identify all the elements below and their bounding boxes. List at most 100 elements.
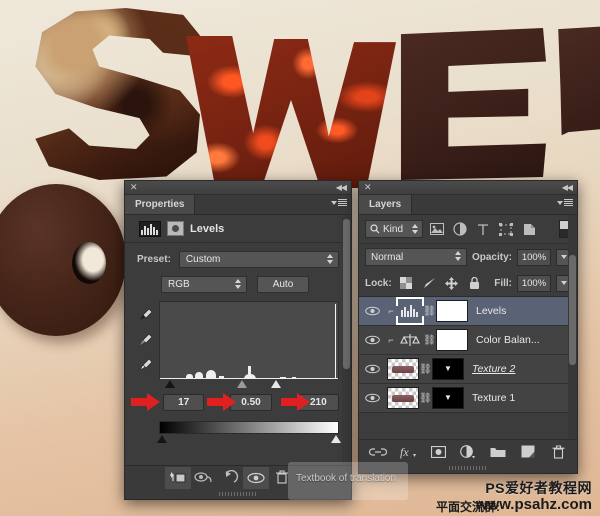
pixel-filter-icon[interactable]: [428, 220, 446, 238]
layer-name[interactable]: Texture 2: [472, 363, 515, 375]
table-row[interactable]: ⌐ ⛓ Levels: [359, 297, 577, 326]
input-white-point-slider[interactable]: [271, 380, 281, 388]
layers-tab-strip: Layers: [359, 195, 577, 215]
artwork-letter-exclamation: [558, 26, 600, 136]
new-layer-icon[interactable]: [518, 442, 538, 462]
shape-filter-icon[interactable]: [497, 220, 515, 238]
preset-select[interactable]: Custom: [178, 251, 339, 268]
adjustment-filter-icon[interactable]: [451, 220, 469, 238]
chevron-down-icon: [331, 200, 337, 205]
levels-adjustment-icon[interactable]: [396, 297, 424, 325]
layer-mask-thumbnail[interactable]: [436, 329, 468, 351]
layers-panel-menu-icon[interactable]: [557, 199, 573, 206]
new-adjustment-layer-icon[interactable]: [458, 442, 478, 462]
properties-panel-titlebar: ✕ ◀◀: [125, 181, 351, 195]
table-row[interactable]: ⌐ ⛓ Color Balan...: [359, 326, 577, 355]
new-group-icon[interactable]: [488, 442, 508, 462]
set-white-point-eyedropper-icon[interactable]: [138, 357, 154, 373]
layers-panel: ✕ ◀◀ Layers Kind Normal Opacity: 100% Lo…: [358, 180, 578, 474]
add-layer-style-icon[interactable]: fx: [398, 442, 418, 462]
filter-kind-select[interactable]: Kind: [365, 220, 423, 238]
layer-name[interactable]: Texture 1: [472, 392, 515, 404]
properties-tab-strip: Properties: [125, 195, 351, 215]
layer-thumbnail[interactable]: [387, 387, 419, 409]
set-gray-point-eyedropper-icon[interactable]: [138, 332, 154, 348]
table-row[interactable]: ⛓ ▼ Texture 2: [359, 355, 577, 384]
layer-thumbnail[interactable]: [387, 358, 419, 380]
layer-name[interactable]: Levels: [476, 305, 506, 317]
clipping-mask-arrow-icon: ⌐: [388, 306, 394, 316]
collapse-panel-icon[interactable]: ◀◀: [562, 183, 573, 192]
layer-filter-row: Kind: [359, 215, 577, 244]
tab-properties[interactable]: Properties: [125, 195, 196, 214]
link-mask-icon[interactable]: ⛓: [423, 335, 436, 346]
output-white-slider[interactable]: [331, 435, 341, 443]
tab-layers[interactable]: Layers: [359, 195, 413, 214]
smart-object-filter-icon[interactable]: [520, 220, 538, 238]
channel-row: RGB Auto: [125, 272, 351, 299]
hamburger-icon: [564, 199, 573, 206]
artwork-letter-s: [35, 8, 200, 180]
link-mask-icon[interactable]: ⛓: [419, 364, 432, 375]
color-balance-adjustment-icon[interactable]: [397, 329, 423, 351]
properties-panel-menu-icon[interactable]: [331, 199, 347, 206]
fill-field[interactable]: 100%: [517, 274, 551, 292]
layer-visibility-icon[interactable]: [359, 393, 385, 403]
opacity-label: Opacity:: [471, 251, 512, 263]
link-mask-icon[interactable]: ⛓: [423, 306, 436, 317]
tab-strip-filler: [412, 195, 577, 214]
layer-mask-thumbnail[interactable]: [436, 300, 468, 322]
delete-layer-icon[interactable]: [548, 442, 568, 462]
clip-to-layer-icon[interactable]: [165, 466, 191, 489]
input-gamma-slider[interactable]: [237, 380, 247, 388]
artwork-letter-w: [186, 36, 396, 188]
output-levels-slider[interactable]: [157, 434, 341, 444]
opacity-field[interactable]: 100%: [517, 248, 551, 266]
layer-name[interactable]: Color Balan...: [476, 334, 540, 346]
output-black-slider[interactable]: [157, 435, 167, 443]
layers-scrollbar[interactable]: [568, 215, 577, 439]
blend-mode-select[interactable]: Normal: [365, 248, 467, 266]
layer-mask-thumbnail[interactable]: ▼: [432, 358, 464, 380]
preset-label: Preset:: [137, 254, 171, 265]
blend-mode-value: Normal: [371, 251, 404, 263]
close-icon[interactable]: ✕: [364, 183, 372, 192]
reset-adjustment-icon[interactable]: [217, 467, 243, 489]
view-previous-state-icon[interactable]: [191, 467, 217, 489]
watermark-brand-cn: PS爱好者教程网: [485, 480, 592, 496]
clipping-mask-arrow-icon: ⌐: [388, 335, 394, 345]
layer-visibility-icon[interactable]: [359, 306, 385, 316]
collapse-panel-icon[interactable]: ◀◀: [336, 183, 347, 192]
lock-label: Lock:: [365, 277, 392, 289]
input-black-point-slider[interactable]: [165, 380, 175, 388]
levels-histogram[interactable]: [159, 301, 339, 379]
channel-value: RGB: [168, 279, 190, 290]
lock-image-pixels-icon[interactable]: [420, 274, 438, 292]
set-black-point-eyedropper-icon[interactable]: [138, 307, 154, 323]
output-gradient-bar: [159, 421, 339, 434]
lock-transparent-pixels-icon[interactable]: [397, 274, 415, 292]
annotation-arrow-white-input: [281, 393, 310, 411]
properties-scrollbar[interactable]: [342, 215, 351, 465]
toggle-layer-visibility-icon[interactable]: [243, 466, 269, 489]
lock-position-icon[interactable]: [443, 274, 461, 292]
histogram-area: [125, 299, 351, 389]
input-black-field[interactable]: 17: [163, 394, 205, 411]
annotation-arrow-black-input: [131, 393, 160, 411]
auto-button[interactable]: Auto: [257, 276, 309, 293]
input-levels-slider[interactable]: [159, 379, 339, 389]
lock-all-icon[interactable]: [466, 274, 484, 292]
filter-kind-label: Kind: [383, 223, 404, 235]
layer-mask-chip-icon[interactable]: [167, 221, 184, 236]
layer-visibility-icon[interactable]: [359, 335, 385, 345]
add-layer-mask-icon[interactable]: [428, 442, 448, 462]
layer-mask-thumbnail[interactable]: ▼: [432, 387, 464, 409]
table-row[interactable]: ⛓ ▼ Texture 1: [359, 384, 577, 413]
close-icon[interactable]: ✕: [130, 183, 138, 192]
link-layers-icon[interactable]: [368, 442, 388, 462]
watermark-qq-group: 平面交流群:: [436, 500, 500, 514]
channel-select[interactable]: RGB: [161, 276, 247, 293]
layer-visibility-icon[interactable]: [359, 364, 385, 374]
link-mask-icon[interactable]: ⛓: [419, 393, 432, 404]
stepper-arrows-icon: [327, 254, 333, 264]
